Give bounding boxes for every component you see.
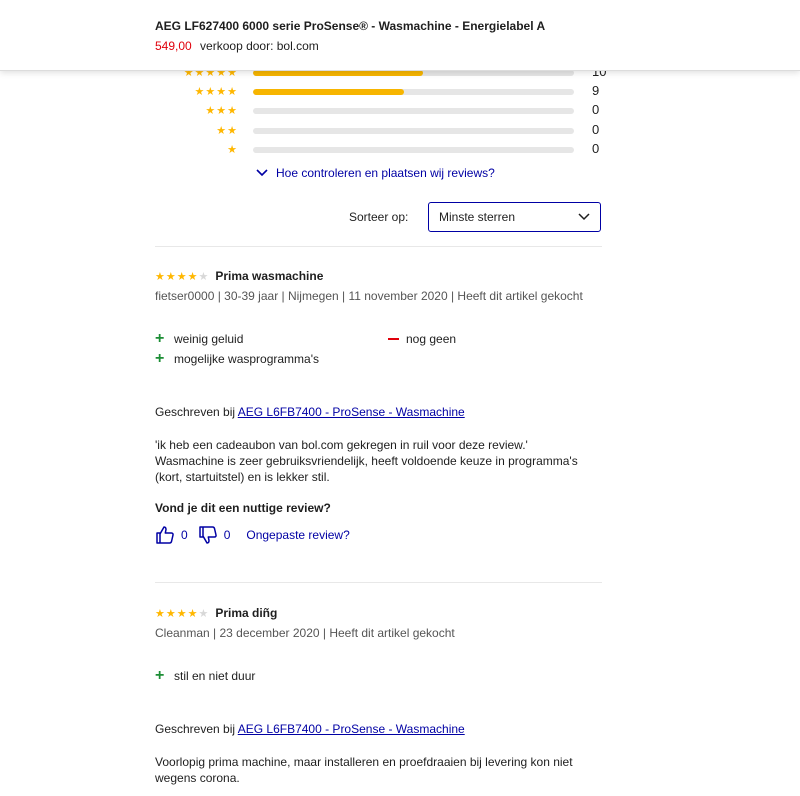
review-body: Voorlopig prima machine, maar installere… <box>155 754 602 786</box>
written-for-prefix: Geschreven bij <box>155 405 236 419</box>
review-body-line: Wasmachine is zeer gebruiksvriendelijk, … <box>155 454 578 468</box>
pro-item: + mogelijke wasprogramma's <box>155 350 320 367</box>
review-title: Prima diñg <box>215 606 278 620</box>
pro-item: + stil en niet duur <box>155 667 256 684</box>
review-meta: Cleanman | 23 december 2020 | Heeft dit … <box>155 626 455 640</box>
rating-bar <box>253 147 574 153</box>
pros-cons: + stil en niet duur <box>155 667 602 693</box>
sort-label: Sorteer op: <box>349 210 409 224</box>
divider <box>155 582 602 583</box>
chevron-down-icon <box>256 169 268 177</box>
review-meta: fietser0000 | 30-39 jaar | Nijmegen | 11… <box>155 289 583 303</box>
rating-row-1[interactable]: ★ 0 <box>170 141 610 157</box>
rating-row-3[interactable]: ★★★ 0 <box>170 102 610 118</box>
review-body-line: Voorlopig prima machine, maar installere… <box>155 755 573 769</box>
con-item: nog geen <box>388 332 456 346</box>
review-header: ★★★★★ Prima diñg <box>155 605 602 621</box>
helpful-question: Vond je dit een nuttige review? <box>155 501 331 515</box>
rating-row-stars: ★★★ <box>205 105 238 117</box>
rating-count: 0 <box>592 102 600 117</box>
review-item: ★★★★★ Prima wasmachine fietser0000 | 30-… <box>155 268 602 545</box>
review-body-line: 'ik heb een cadeaubon van bol.com gekreg… <box>155 438 528 452</box>
pro-item: + weinig geluid <box>155 330 244 347</box>
price-line: 549,00 verkoop door: bol.com <box>155 39 319 53</box>
minus-icon <box>388 338 399 340</box>
pro-text: mogelijke wasprogramma's <box>174 352 320 366</box>
rating-count: 0 <box>592 122 600 137</box>
product-price: 549,00 <box>155 39 192 53</box>
pros-cons: + weinig geluid + mogelijke wasprogramma… <box>155 330 602 376</box>
rating-row-2[interactable]: ★★ 0 <box>170 122 610 138</box>
seller-info: verkoop door: bol.com <box>200 39 319 53</box>
pro-text: weinig geluid <box>174 332 244 346</box>
thumbs-up-button[interactable]: 0 <box>155 525 188 545</box>
rating-row-stars: ★★★★ <box>194 86 238 98</box>
chevron-down-icon <box>578 213 590 221</box>
review-item: ★★★★★ Prima diñg Cleanman | 23 december … <box>155 605 602 786</box>
con-text: nog geen <box>406 332 457 346</box>
plus-icon: + <box>155 330 165 347</box>
thumbs-up-count: 0 <box>181 528 188 542</box>
rating-bar <box>253 108 574 114</box>
sort-select[interactable]: Minste sterren <box>428 202 601 232</box>
sticky-product-header: AEG LF627400 6000 serie ProSense® - Wasm… <box>0 0 800 71</box>
rating-bar-fill <box>253 89 404 95</box>
thumbs-down-icon <box>198 526 217 544</box>
review-policy-link[interactable]: Hoe controleren en plaatsen wij reviews? <box>256 166 495 180</box>
review-stars: ★★★★★ <box>155 270 210 283</box>
thumbs-down-button[interactable]: 0 <box>198 525 231 545</box>
product-link[interactable]: AEG L6FB7400 - ProSense - Wasmachine <box>238 405 465 419</box>
rating-row-stars: ★ <box>227 144 238 156</box>
pro-text: stil en niet duur <box>174 669 256 683</box>
rating-row-4[interactable]: ★★★★ 9 <box>170 83 610 99</box>
rating-count: 9 <box>592 83 600 98</box>
rating-row-stars: ★★ <box>216 125 238 137</box>
divider <box>155 246 602 247</box>
review-stars: ★★★★★ <box>155 607 210 620</box>
written-for: Geschreven bij AEG L6FB7400 - ProSense -… <box>155 405 602 419</box>
plus-icon: + <box>155 350 165 367</box>
rating-bar <box>253 128 574 134</box>
report-review-link[interactable]: Ongepaste review? <box>246 528 349 542</box>
plus-icon: + <box>155 667 165 684</box>
review-body-line: (kort, startuitstel) en is lekker stil. <box>155 470 330 484</box>
thumbs-down-count: 0 <box>223 528 231 542</box>
review-policy-link-label: Hoe controleren en plaatsen wij reviews? <box>276 166 495 180</box>
review-header: ★★★★★ Prima wasmachine <box>155 268 602 284</box>
review-body: 'ik heb een cadeaubon van bol.com gekreg… <box>155 437 602 485</box>
written-for: Geschreven bij AEG L6FB7400 - ProSense -… <box>155 722 602 736</box>
vote-bar: 0 0 Ongepaste review? <box>155 525 602 545</box>
review-body-line: wegens corona. <box>155 771 240 785</box>
written-for-prefix: Geschreven bij <box>155 722 236 736</box>
thumbs-up-icon <box>156 526 174 544</box>
review-title: Prima wasmachine <box>215 269 324 283</box>
product-link[interactable]: AEG L6FB7400 - ProSense - Wasmachine <box>238 722 465 736</box>
rating-count: 0 <box>592 141 600 156</box>
rating-bar <box>253 89 574 95</box>
product-title: AEG LF627400 6000 serie ProSense® - Wasm… <box>155 19 546 33</box>
sort-select-value: Minste sterren <box>439 210 516 224</box>
